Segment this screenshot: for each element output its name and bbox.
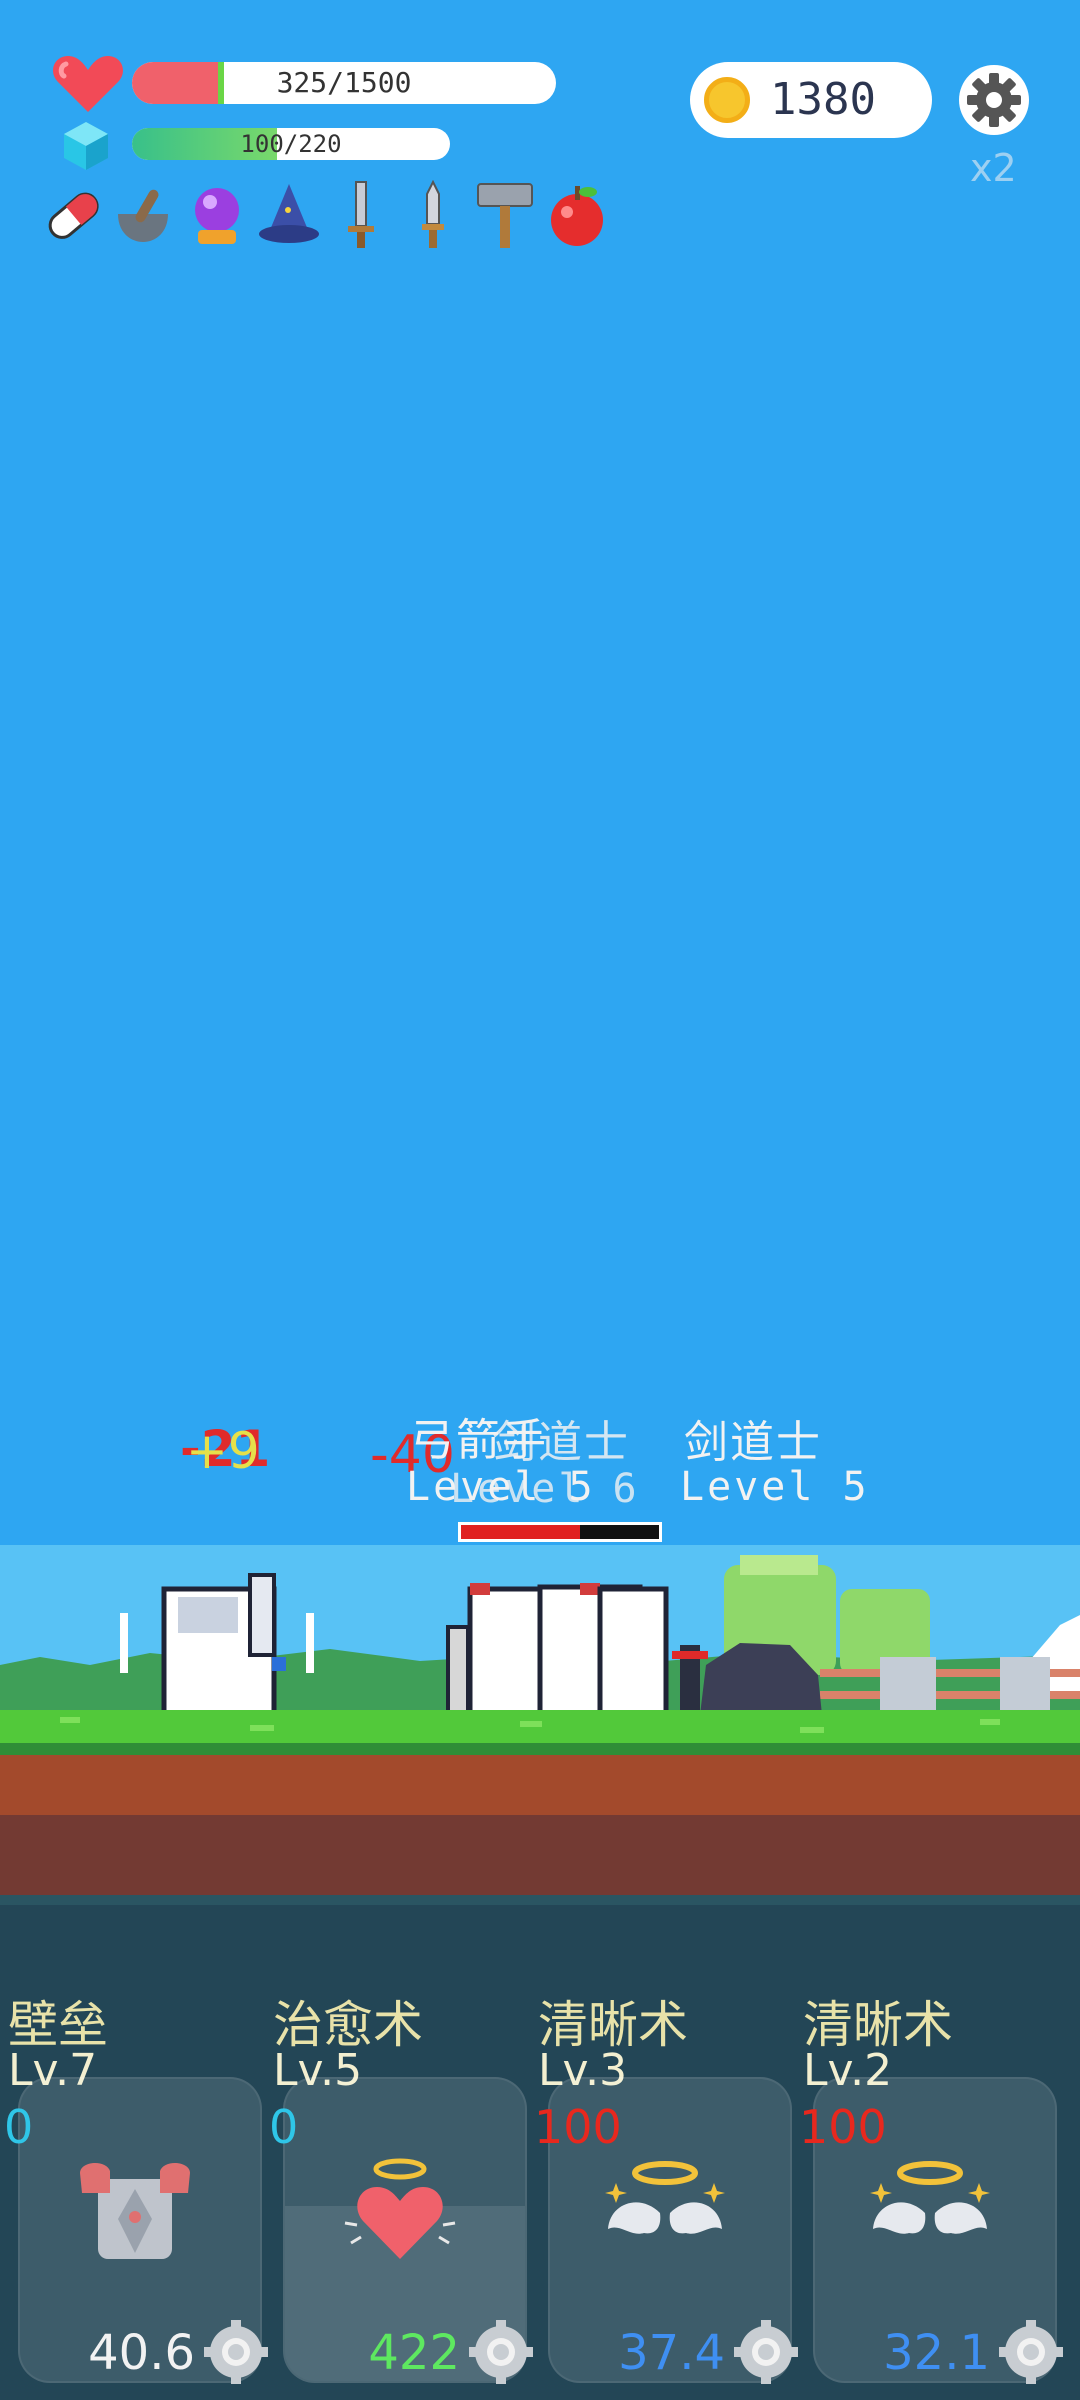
coin-value: 1380	[770, 74, 876, 125]
enemy-hp-fill	[461, 1525, 580, 1539]
heal-text: +9	[186, 1422, 260, 1480]
mortar-icon[interactable]	[112, 180, 178, 250]
mp-bar: 100/220	[132, 128, 450, 160]
enemy-name-3: 剑道士	[684, 1417, 822, 1468]
gem-icon	[64, 122, 108, 170]
speed-multiplier[interactable]: x2	[970, 146, 1017, 190]
gear-icon[interactable]	[733, 2319, 799, 2385]
skill-slot-4[interactable]: 清晰术 Lv.2 100 32.1	[795, 1905, 1063, 2400]
skill-cost: 100	[799, 2100, 887, 2154]
pill-icon[interactable]	[40, 180, 106, 250]
gear-icon[interactable]	[998, 2319, 1064, 2385]
angel-wings-icon	[605, 2161, 725, 2234]
coin-counter: 1380	[690, 62, 932, 138]
skill-cost: 0	[4, 2100, 34, 2154]
heart-halo-icon	[344, 2158, 456, 2259]
armor-icon	[80, 2162, 190, 2259]
hp-text: 325/1500	[276, 66, 412, 99]
gear-icon[interactable]	[958, 64, 1030, 136]
apple-icon[interactable]	[544, 180, 610, 250]
skill-slot-3[interactable]: 清晰术 Lv.3 100 37.4	[530, 1905, 798, 2400]
enemy-group	[446, 1583, 669, 1719]
gear-icon[interactable]	[203, 2319, 269, 2385]
wizard-hat-icon[interactable]	[256, 180, 322, 250]
skill-value: 422	[368, 2325, 460, 2381]
skill-value: 32.1	[883, 2325, 990, 2381]
skill-value: 40.6	[88, 2325, 195, 2381]
gear-icon[interactable]	[468, 2319, 534, 2385]
mp-text: 100/220	[240, 130, 342, 158]
sword-icon[interactable]	[328, 180, 394, 250]
battle-scene	[0, 1545, 1080, 1905]
inventory-bar	[40, 180, 640, 250]
coin-icon	[704, 77, 750, 123]
dagger-icon[interactable]	[400, 180, 466, 250]
skill-panel: 壁垒 Lv.7 0 40.6 治愈术 Lv.5 0 422 清晰术 Lv.3 1…	[0, 1905, 1080, 2400]
hp-bar: 325/1500	[132, 62, 556, 104]
skill-slot-2[interactable]: 治愈术 Lv.5 0 422	[265, 1905, 533, 2400]
enemy-hp-bar	[458, 1522, 662, 1542]
crystal-ball-icon[interactable]	[184, 180, 250, 250]
skill-cost: 0	[269, 2100, 299, 2154]
hammer-icon[interactable]	[472, 180, 538, 250]
skill-slot-1[interactable]: 壁垒 Lv.7 0 40.6	[0, 1905, 268, 2400]
enemy-level-2: Level 6	[450, 1466, 640, 1512]
angel-wings-icon	[870, 2161, 990, 2234]
skill-value: 37.4	[618, 2325, 725, 2381]
enemy-name-2: 剑道士	[492, 1417, 630, 1468]
skill-cost: 100	[534, 2100, 622, 2154]
enemy-level-3: Level 5	[680, 1464, 870, 1510]
heart-icon	[53, 56, 123, 112]
